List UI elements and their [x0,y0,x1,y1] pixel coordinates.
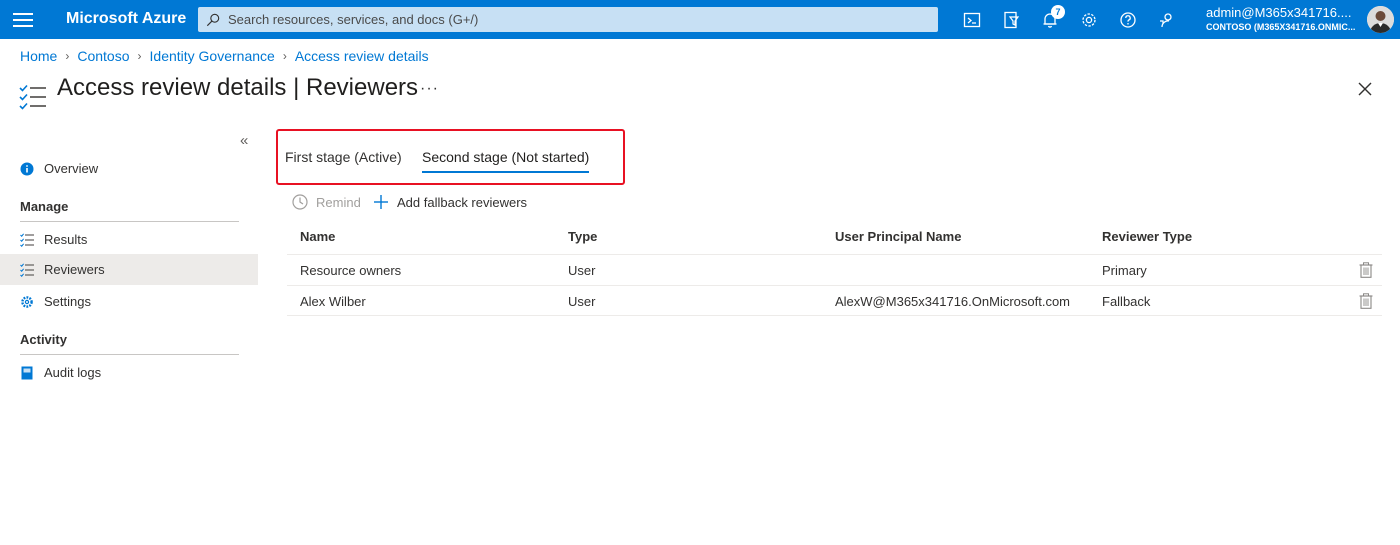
notification-badge: 7 [1051,5,1065,19]
sidebar-item-overview[interactable]: Overview [0,153,258,184]
sidebar-item-label: Results [44,232,88,247]
manage-heading: Manage [20,199,239,222]
help-icon[interactable] [1117,9,1139,31]
search-box[interactable] [198,7,938,32]
info-icon [20,162,34,176]
settings-gear-icon[interactable] [1078,9,1100,31]
sidebar-item-label: Settings [44,294,91,309]
add-fallback-label: Add fallback reviewers [397,194,528,210]
column-header-upn[interactable]: User Principal Name [835,229,961,244]
account-tenant: CONTOSO (M365X341716.ONMIC... [1206,22,1356,32]
selected-tab-indicator [422,171,589,173]
gear-icon [20,295,34,309]
sidebar-item-label: Audit logs [44,365,102,380]
sidebar-item-reviewers[interactable]: Reviewers [0,254,258,285]
sidebar-item-results[interactable]: Results [0,224,258,255]
checklist-icon [20,232,34,247]
cell-reviewer-type: Fallback [1102,294,1151,309]
menu-icon[interactable] [13,9,33,29]
avatar[interactable] [1367,6,1394,33]
cloud-shell-icon[interactable] [961,9,983,31]
chevron-right-icon: › [65,49,70,63]
cell-name: Resource owners [300,263,402,278]
cell-name: Alex Wilber [300,294,366,309]
search-icon [206,13,220,26]
feedback-icon[interactable] [1156,9,1178,31]
column-header-reviewer-type[interactable]: Reviewer Type [1102,229,1192,244]
sidebar-item-settings[interactable]: Settings [0,286,258,317]
title-separator: | [286,74,306,101]
close-icon[interactable] [1356,80,1374,98]
breadcrumb-identity-governance[interactable]: Identity Governance [150,48,275,64]
cell-reviewer-type: Primary [1102,263,1147,278]
sidebar-item-audit-logs[interactable]: Audit logs [0,357,258,388]
search-input[interactable] [228,12,928,27]
cell-type: User [568,263,596,278]
brand-title[interactable]: Microsoft Azure [66,10,186,28]
table-row[interactable]: Alex Wilber User AlexW@M365x341716.OnMic… [287,285,1382,316]
cell-upn: AlexW@M365x341716.OnMicrosoft.com [835,294,1071,309]
chevron-right-icon: › [282,49,287,63]
breadcrumb-home[interactable]: Home [20,48,57,64]
trash-icon[interactable] [1359,293,1373,309]
column-header-type[interactable]: Type [568,229,597,244]
breadcrumb-access-review-details[interactable]: Access review details [295,48,429,64]
remind-label: Remind [316,194,361,210]
more-options-button[interactable]: ··· [420,80,439,98]
sidebar-item-label: Overview [44,161,99,176]
add-fallback-reviewers-button[interactable]: Add fallback reviewers [373,194,527,210]
account-name: admin@M365x341716.... [1206,5,1352,20]
tab-second-stage[interactable]: Second stage (Not started) [422,149,589,165]
table-row[interactable]: Resource owners User Primary [287,254,1382,285]
chevron-right-icon: › [137,49,142,63]
tab-first-stage[interactable]: First stage (Active) [285,149,402,165]
trash-icon[interactable] [1359,262,1373,278]
checklist-icon [19,84,46,110]
page-title-main: Access review details [57,74,287,101]
breadcrumb-contoso[interactable]: Contoso [77,48,129,64]
directory-filter-icon[interactable] [1000,9,1022,31]
sidebar-item-label: Reviewers [44,262,105,277]
collapse-sidebar-button[interactable]: « [240,132,248,149]
cell-type: User [568,294,596,309]
clock-icon [292,194,308,210]
column-header-name[interactable]: Name [300,229,335,244]
breadcrumb: Home › Contoso › Identity Governance › A… [20,48,429,64]
page-title: Access review details | Reviewers [57,74,418,102]
checklist-icon [20,262,34,277]
remind-button[interactable]: Remind [292,194,361,210]
log-book-icon [20,366,34,380]
plus-icon [374,195,388,209]
activity-heading: Activity [20,332,239,355]
top-bar: Microsoft Azure 7 admin@M365x341716.... … [0,0,1400,39]
account-menu[interactable]: admin@M365x341716.... CONTOSO (M365X3417… [1206,5,1361,32]
page-subtitle: Reviewers [306,74,419,101]
